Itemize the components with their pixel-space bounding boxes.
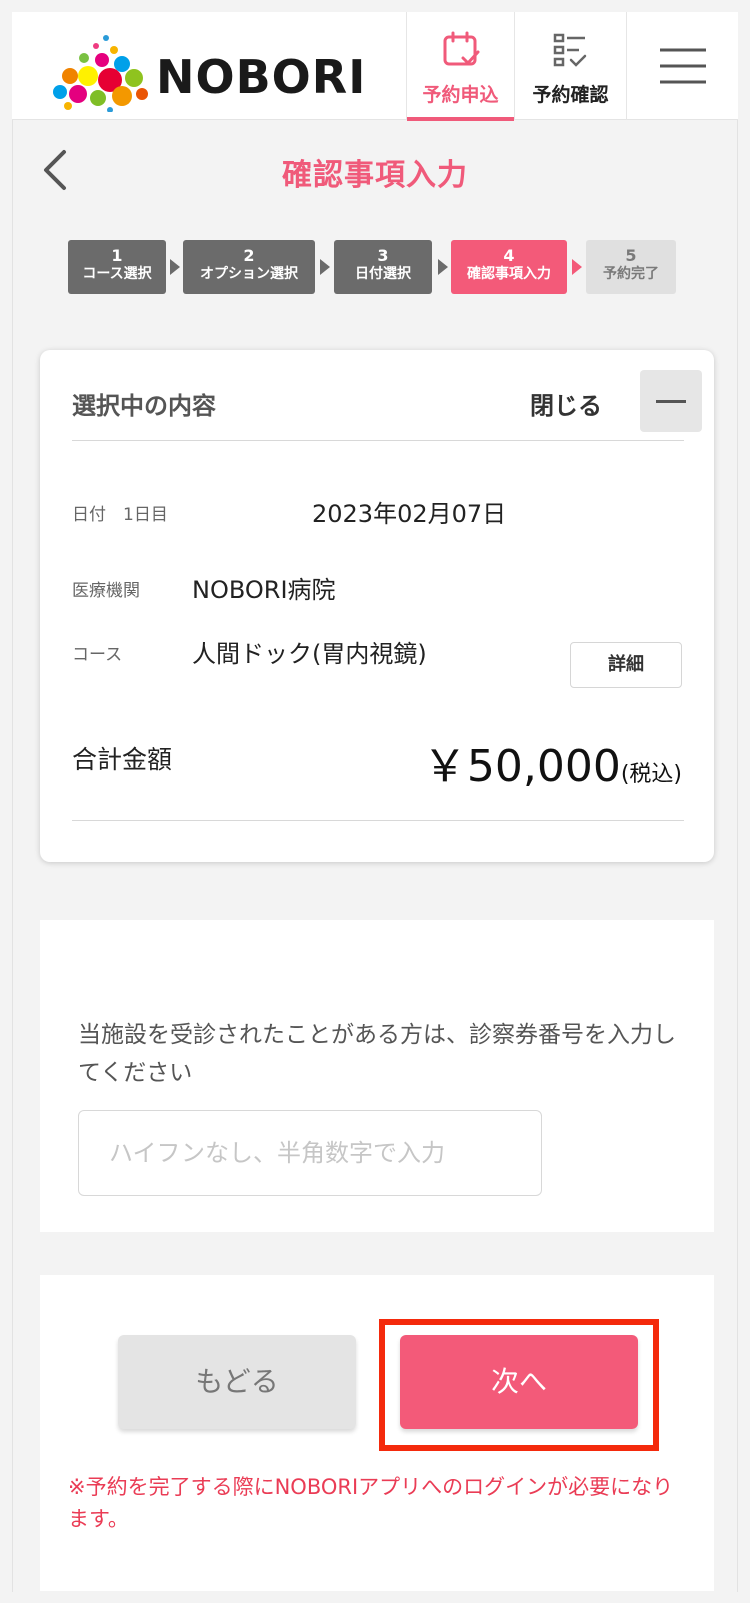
divider bbox=[72, 820, 684, 821]
date-value: 2023年02月07日 bbox=[312, 500, 507, 528]
summary-title: 選択中の内容 bbox=[72, 392, 216, 420]
tax-note: (税込) bbox=[620, 762, 682, 787]
step-label: 確認事項入力 bbox=[467, 266, 551, 282]
divider bbox=[72, 440, 684, 441]
tab-label: 予約申込 bbox=[422, 84, 499, 106]
logo-dots-icon bbox=[53, 35, 148, 112]
collapse-button[interactable] bbox=[640, 370, 702, 432]
close-summary-label[interactable]: 閉じる bbox=[530, 386, 602, 421]
selection-summary-card: 選択中の内容 閉じる 日付 1日目 2023年02月07日 医療機関 NOBOR… bbox=[40, 350, 714, 862]
page-title: 確認事項入力 bbox=[282, 158, 468, 193]
step-3: 3 日付選択 bbox=[334, 240, 432, 294]
facility-value: NOBORI病院 bbox=[192, 576, 336, 604]
step-number: 3 bbox=[377, 246, 389, 265]
patient-number-section: 当施設を受診されたことがある方は、診察券番号を入力してください bbox=[40, 920, 714, 1232]
patient-number-prompt: 当施設を受診されたことがある方は、診察券番号を入力してください bbox=[78, 1022, 676, 1086]
next-button[interactable]: 次へ bbox=[400, 1335, 638, 1429]
back-button[interactable]: もどる bbox=[118, 1335, 356, 1429]
menu-button[interactable] bbox=[626, 12, 738, 120]
total-amount-value: ￥50,000 bbox=[422, 741, 621, 792]
step-label: 予約完了 bbox=[603, 266, 659, 282]
step-5: 5 予約完了 bbox=[586, 240, 676, 294]
course-label: コース bbox=[72, 645, 123, 665]
step-number: 4 bbox=[503, 246, 515, 265]
total-amount: ￥50,000(税込) bbox=[423, 730, 682, 794]
tab-reservation-apply[interactable]: 予約申込 bbox=[406, 12, 514, 121]
patient-number-input[interactable] bbox=[78, 1110, 542, 1196]
course-value: 人間ドック(胃内視鏡) bbox=[192, 640, 427, 668]
step-arrow-icon bbox=[572, 259, 582, 275]
step-1: 1 コース選択 bbox=[68, 240, 166, 294]
tab-label: 予約確認 bbox=[532, 84, 609, 106]
logo-text: NOBORI bbox=[156, 50, 367, 104]
step-number: 1 bbox=[111, 246, 123, 265]
step-label: コース選択 bbox=[82, 266, 152, 282]
login-required-notice: ※予約を完了する際にNOBORIアプリへのログインが必要になります。 bbox=[68, 1475, 674, 1531]
calendar-check-icon bbox=[443, 31, 479, 66]
action-panel: もどる 次へ ※予約を完了する際にNOBORIアプリへのログインが必要になります… bbox=[40, 1275, 714, 1591]
app-header: NOBORI 予約申込 予約確認 bbox=[12, 12, 738, 121]
step-label: オプション選択 bbox=[200, 266, 298, 282]
step-number: 5 bbox=[625, 246, 637, 265]
course-detail-button[interactable]: 詳細 bbox=[570, 642, 682, 688]
list-check-icon bbox=[553, 33, 586, 67]
nobori-logo[interactable]: NOBORI bbox=[48, 34, 378, 112]
total-label: 合計金額 bbox=[72, 745, 173, 774]
step-arrow-icon bbox=[170, 259, 180, 275]
step-number: 2 bbox=[243, 246, 255, 265]
active-tab-indicator bbox=[407, 117, 514, 121]
tab-reservation-confirm[interactable]: 予約確認 bbox=[514, 12, 626, 120]
facility-label: 医療機関 bbox=[72, 581, 140, 601]
minus-icon bbox=[656, 400, 686, 403]
step-4: 4 確認事項入力 bbox=[451, 240, 567, 294]
hamburger-icon bbox=[659, 48, 706, 84]
step-arrow-icon bbox=[320, 259, 330, 275]
date-label: 日付 1日目 bbox=[72, 505, 168, 525]
step-2: 2 オプション選択 bbox=[183, 240, 315, 294]
step-label: 日付選択 bbox=[355, 266, 411, 282]
step-arrow-icon bbox=[438, 259, 448, 275]
